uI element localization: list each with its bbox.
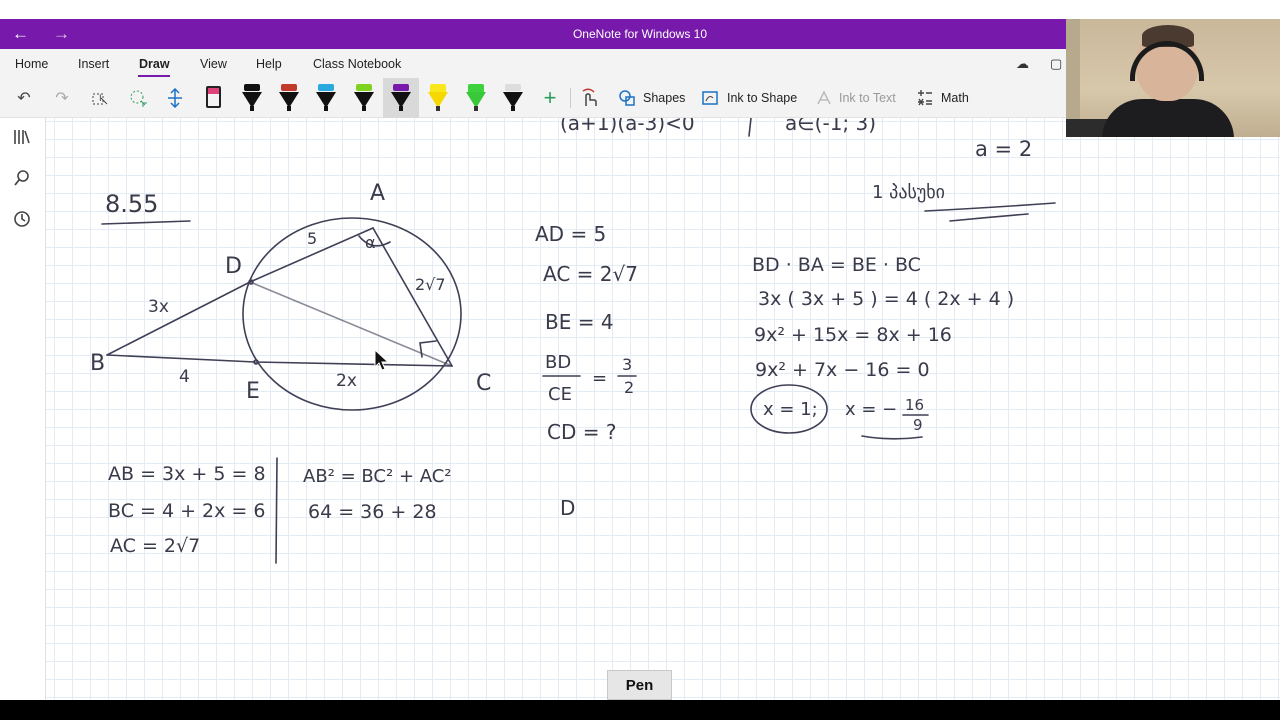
- equation-1: BD · BA = BE · BC: [752, 254, 921, 276]
- root2-underline: [861, 435, 923, 440]
- tab-insert[interactable]: Insert: [78, 57, 109, 71]
- eraser-icon[interactable]: [206, 86, 221, 108]
- top-fragment-mid: a∈(-1; 3): [785, 118, 876, 135]
- label-ac: 2√7: [415, 275, 446, 294]
- notebooks-icon[interactable]: [13, 128, 31, 151]
- webcam-person-body: [1102, 99, 1234, 137]
- root2-num: 16: [905, 396, 924, 414]
- root2-den: 9: [913, 416, 923, 434]
- pen-tooltip: Pen: [607, 670, 672, 700]
- highlighter-yellow-icon[interactable]: [426, 84, 450, 112]
- tab-class-notebook[interactable]: Class Notebook: [313, 57, 401, 71]
- ink-to-shape-button[interactable]: Ink to Shape: [727, 91, 797, 105]
- left-sidebar: [0, 118, 46, 700]
- ratio-value-num: 3: [622, 355, 632, 374]
- shapes-button[interactable]: Shapes: [643, 91, 685, 105]
- segment-bc: [106, 354, 453, 367]
- calc-bc: BC = 4 + 2x = 6: [108, 500, 265, 522]
- view-mode-icon[interactable]: ▢: [1050, 56, 1062, 72]
- mouse-cursor-icon: [374, 348, 390, 371]
- ink-to-text-button[interactable]: Ink to Text: [839, 91, 896, 105]
- given-be: BE = 4: [545, 310, 614, 334]
- pen-black-icon[interactable]: [240, 84, 264, 112]
- ink-to-text-icon[interactable]: [813, 78, 835, 118]
- title-bar: ← → OneNote for Windows 10: [0, 19, 1066, 49]
- highlighter-green-icon[interactable]: [464, 84, 488, 112]
- ink-to-shape-icon[interactable]: [699, 78, 721, 118]
- redo-icon[interactable]: ↷: [50, 78, 74, 118]
- pythag-2: 64 = 36 + 28: [308, 501, 437, 523]
- equation-3: 9x² + 15x = 8x + 16: [754, 324, 952, 346]
- sync-status-icon[interactable]: ☁: [1016, 56, 1029, 72]
- math-button[interactable]: Math: [941, 91, 969, 105]
- answer-underline-2: [949, 213, 1029, 222]
- a-value: a = 2: [975, 137, 1032, 161]
- answer-line: 1 პასუხი: [872, 182, 945, 203]
- note-canvas[interactable]: (a+1)(a-3)<0 a∈(-1; 3) a = 2 1 პასუხი 8.…: [46, 118, 1280, 700]
- right-angle-mark: [419, 340, 437, 358]
- given-ac: AC = 2√7: [543, 262, 638, 286]
- pen-purple-icon[interactable]: [389, 84, 413, 112]
- calc-divider: [275, 457, 278, 564]
- add-space-icon[interactable]: [163, 78, 187, 118]
- search-icon[interactable]: [13, 169, 31, 192]
- bottom-bar: [0, 700, 1280, 720]
- ratio-value-den: 2: [624, 378, 634, 397]
- calc-ac: AC = 2√7: [110, 535, 200, 557]
- pen-green-icon[interactable]: [352, 84, 376, 112]
- question-cd: CD = ?: [547, 420, 616, 444]
- equation-2: 3x ( 3x + 5 ) = 4 ( 2x + 4 ): [758, 288, 1014, 310]
- divider-stroke: [748, 118, 752, 137]
- ink-layer: (a+1)(a-3)<0 a∈(-1; 3) a = 2 1 პასუხი 8.…: [90, 118, 1056, 564]
- ribbon-tabs: Home Insert Draw View Help Class Noteboo…: [0, 49, 1066, 78]
- tab-help[interactable]: Help: [256, 57, 282, 71]
- root2-prefix: x = −: [845, 399, 897, 420]
- type-select-icon[interactable]: I: [88, 78, 112, 118]
- touch-drawing-icon[interactable]: [577, 78, 601, 118]
- add-pen-icon[interactable]: +: [538, 78, 562, 118]
- answer-underline-1: [924, 202, 1056, 212]
- pencil-icon[interactable]: [501, 84, 525, 112]
- ratio-equals: =: [592, 368, 607, 389]
- top-strip: [0, 0, 1280, 19]
- toolbar-separator: [570, 88, 571, 108]
- top-fragment-left: (a+1)(a-3)<0: [560, 118, 695, 135]
- label-ec: 2x: [336, 371, 357, 391]
- label-c: C: [476, 371, 491, 396]
- shapes-icon[interactable]: [616, 78, 638, 118]
- draw-toolbar: ↶ ↷ I + Shapes Ink to Shape Ink to Text …: [0, 78, 1066, 118]
- given-ad: AD = 5: [535, 222, 606, 246]
- label-b: B: [90, 351, 105, 376]
- math-icon[interactable]: [914, 78, 936, 118]
- tab-view[interactable]: View: [200, 57, 227, 71]
- label-be: 4: [179, 367, 190, 387]
- problem-underline: [101, 220, 191, 225]
- equation-4: 9x² + 7x − 16 = 0: [755, 359, 930, 381]
- svg-text:I: I: [99, 94, 102, 104]
- segment-ba: [106, 227, 374, 356]
- stray-d: D: [560, 496, 575, 520]
- calc-ab: AB = 3x + 5 = 8: [108, 463, 266, 485]
- active-tab-indicator: [138, 75, 170, 77]
- pythag-1: AB² = BC² + AC²: [303, 466, 452, 487]
- webcam-overlay: [1066, 19, 1280, 137]
- recent-notes-icon[interactable]: [13, 210, 31, 233]
- tab-draw[interactable]: Draw: [139, 57, 170, 71]
- undo-icon[interactable]: ↶: [12, 78, 36, 118]
- label-d: D: [225, 254, 242, 279]
- pen-blue-icon[interactable]: [314, 84, 338, 112]
- lasso-select-icon[interactable]: [126, 78, 150, 118]
- label-alpha: α: [365, 233, 376, 252]
- root1: x = 1;: [763, 399, 818, 420]
- tab-home[interactable]: Home: [15, 57, 48, 71]
- label-e: E: [246, 379, 260, 404]
- problem-number: 8.55: [105, 190, 158, 218]
- pen-red-icon[interactable]: [277, 84, 301, 112]
- label-ad: 5: [307, 229, 317, 248]
- segment-ac: [372, 227, 453, 367]
- label-bd: 3x: [148, 297, 169, 317]
- ratio-numerator: BD: [545, 352, 571, 373]
- label-a: A: [370, 181, 385, 206]
- ratio-denominator: CE: [548, 384, 572, 405]
